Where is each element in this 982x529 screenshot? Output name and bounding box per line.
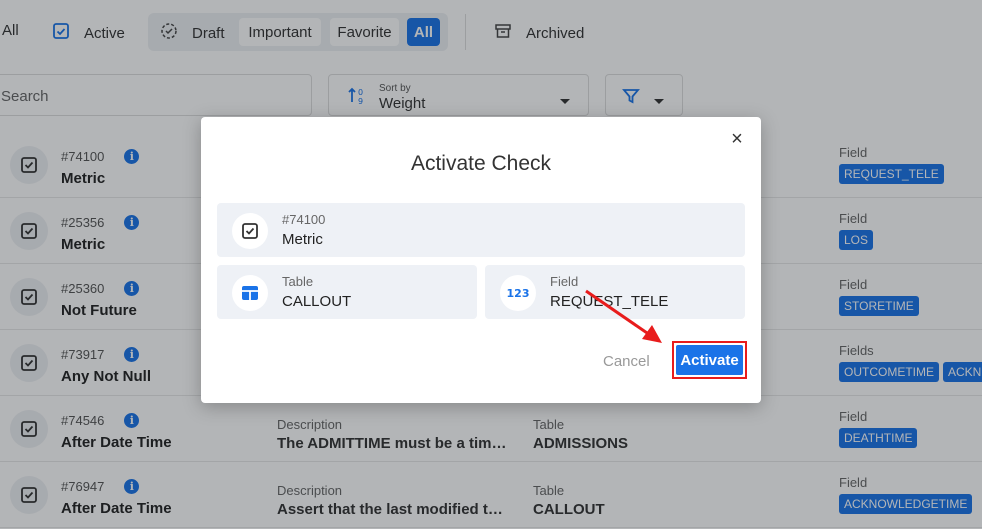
table-card: Table CALLOUT <box>217 265 477 319</box>
field-caption: Field <box>550 274 579 289</box>
dialog-title: Activate Check <box>410 152 552 175</box>
close-icon[interactable]: × <box>727 129 747 149</box>
check-id: #74100 <box>282 212 326 227</box>
field-value: REQUEST_TELE <box>550 293 669 310</box>
table-value: CALLOUT <box>282 293 352 310</box>
activate-highlight: Activate <box>672 341 747 379</box>
number-field-icon-text: 123 <box>506 286 530 300</box>
activate-button[interactable]: Activate <box>676 345 743 375</box>
field-card: 123 Field REQUEST_TELE <box>485 265 745 319</box>
number-field-icon: 123 <box>500 275 536 311</box>
check-summary-card: #74100 Metric <box>217 203 745 257</box>
cancel-button[interactable]: Cancel <box>603 353 650 370</box>
check-icon <box>232 213 268 249</box>
check-type: Metric <box>282 231 323 248</box>
table-caption: Table <box>282 274 314 289</box>
activate-check-dialog: × Activate Check #74100 Metric Table CAL… <box>201 117 761 403</box>
table-icon <box>232 275 268 311</box>
